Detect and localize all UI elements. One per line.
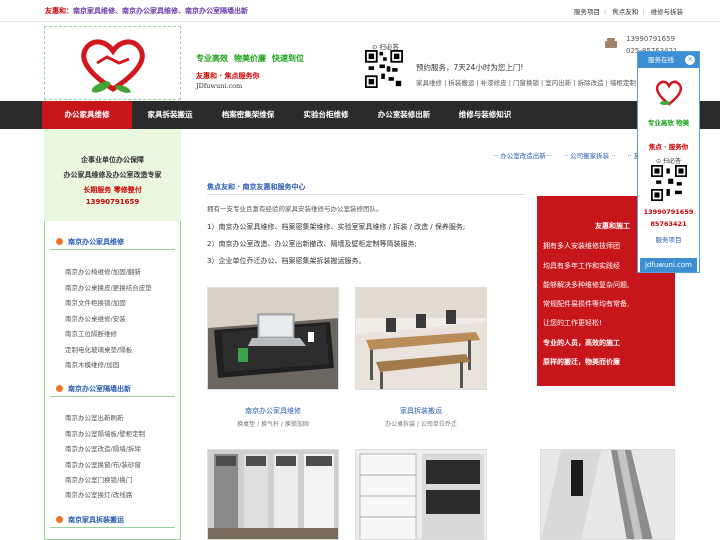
photo-office-desk[interactable]	[207, 287, 339, 390]
photo-caption[interactable]: 家具拆装搬运	[355, 406, 487, 416]
office-desk-image	[208, 288, 338, 389]
sidebar-section-moving[interactable]: 南京家具拆装搬运	[50, 512, 175, 528]
sidebar-link[interactable]: 南京文件柜换锁/加固	[65, 297, 126, 307]
widget-services-link[interactable]: 服务项目	[638, 234, 699, 244]
sidebar-link[interactable]: 定制电化玻璃桌垫/隔板	[65, 344, 132, 354]
photo-subcaption: 换桌垫 / 换气杆 / 换锁加固	[237, 421, 309, 428]
service-point: 1）南京办公家具维修、档案密集架维修、实验室家具维修 / 拆装 / 改造 / 保…	[207, 223, 466, 231]
sidebar-header: 企事业单位办公保障 办公家具维修及办公室改造专家 长期服务 零修整付 13990…	[44, 129, 181, 221]
sidebar-link[interactable]: 南京办公室出新刷新	[65, 412, 124, 422]
lab-cabinets-image	[356, 450, 486, 539]
site-title: 友惠和：南京家具维修、南京办公家具维修、南京办公室隔墙出新	[45, 7, 248, 15]
archive-racks-image	[208, 450, 338, 539]
photo-caption[interactable]: 南京办公家具维修	[207, 406, 339, 416]
sidebar-link[interactable]: 南京办公桌换皮/更换结合皮垫	[65, 282, 152, 292]
heart-hands-logo-icon	[81, 39, 145, 93]
divider	[207, 194, 525, 195]
bullet-icon	[56, 516, 63, 523]
sidebar-link[interactable]: 南京工位隔断维修	[65, 328, 117, 338]
nav-item-knowledge[interactable]: 维修与装修知识	[444, 101, 526, 129]
brand-tagline: 友惠和 · 焦点服务你	[196, 72, 260, 80]
qr-code-icon	[651, 165, 687, 201]
nav-item-moving[interactable]: 家具拆装搬运	[132, 101, 208, 129]
photo-subcaption: 办公桌拆装 / 公司单位乔迁	[385, 421, 457, 428]
intro-text: 拥有一支专业且富有经验的家具安装维修与办公室装修团队。	[207, 205, 383, 213]
sidebar-link[interactable]: 南京办公室改造/隔墙/拆除	[65, 443, 141, 453]
sub-links: ·· 办公室改造出新 ·· ·· 公司搬家拆装 ·· ·· 友	[494, 150, 650, 160]
widget-phone-landline: 85763421	[650, 220, 687, 228]
desks-image	[356, 288, 486, 389]
top-link-services[interactable]: 服务项目	[574, 8, 600, 16]
online-service-widget: 服务在线 × 专业高效 物美 焦点 · 服务你 ⊙ 扫必答 1399079165…	[637, 51, 700, 273]
phone-icon	[605, 38, 617, 48]
service-point: 3）企业单位乔迁办公、档案密集架拆装搬运服务。	[207, 257, 366, 265]
bullet-icon	[56, 385, 63, 392]
photo-archive-racks[interactable]	[207, 449, 339, 540]
logo[interactable]	[44, 26, 181, 100]
sidebar-link[interactable]: 南京办公桌维修/安装	[65, 313, 126, 323]
top-links: 服务项目 | 焦点友和 | 维修与拆装	[574, 8, 684, 16]
top-link-focus[interactable]: 焦点友和	[612, 8, 638, 16]
nav-item-office-furniture[interactable]: 办公家具维修	[42, 101, 132, 129]
close-icon[interactable]: ×	[685, 55, 695, 65]
slogan: 专业高效 物美价廉 快速到位	[196, 54, 304, 63]
sidebar-link[interactable]: 南京办公室换灯/改线路	[65, 489, 132, 499]
top-link-repair[interactable]: 维修与拆装	[651, 8, 684, 16]
heart-hands-logo-icon	[655, 80, 683, 106]
phone-number: 13990791659	[626, 35, 675, 43]
site-domain: JDfuwuni.com	[196, 82, 243, 90]
widget-phone: 13990791659	[643, 208, 694, 216]
services-list: 家具维修 | 拆装搬运 | 补漆修皮 | 门窗换锁 | 室内出新 | 拆除改造 …	[416, 79, 636, 87]
bullet-icon	[56, 238, 63, 245]
nav-item-archive-racks[interactable]: 档案密集架维保	[208, 101, 288, 129]
nav-item-lab-benches[interactable]: 实验台柜维修	[288, 101, 364, 129]
photo-lab-cabinets[interactable]	[355, 449, 487, 540]
qr-code-icon	[365, 50, 403, 88]
sub-link-renovation[interactable]: ·· 办公室改造出新 ··	[494, 152, 552, 160]
track-image	[541, 450, 674, 539]
sidebar-link[interactable]: 南京木模维修/加固	[65, 359, 119, 369]
nav-item-renovation[interactable]: 办公室装修出新	[364, 101, 444, 129]
sidebar-section-office-furniture[interactable]: 南京办公家具维修	[50, 234, 175, 250]
sidebar-link[interactable]: 南京办公椅维修/加固/翻新	[65, 266, 141, 276]
sidebar-link[interactable]: 南京办公室换窗/布/装砂窗	[65, 459, 141, 469]
main-nav: 办公家具维修 家具拆装搬运 档案密集架维保 实验台柜维修 办公室装修出新 维修与…	[0, 101, 720, 129]
sub-link-moving[interactable]: ·· 公司搬家拆装 ··	[564, 152, 615, 160]
photo-track[interactable]	[540, 449, 675, 540]
photo-desks[interactable]	[355, 287, 487, 390]
sidebar-section-partitions[interactable]: 南京办公室隔墙出新	[50, 381, 175, 397]
service-point: 2）南京办公室改造、办公室出新撤改、隔墙及壁柜定制等简装服务;	[207, 240, 417, 248]
sidebar-link[interactable]: 南京办公室门换锁/换门	[65, 474, 132, 484]
section-title: 焦点友和 · 南京友惠和服务中心	[207, 183, 306, 191]
widget-domain[interactable]: jdfuwuni.com	[640, 258, 697, 272]
sidebar-link[interactable]: 南京办公室隔墙板/壁柜定制	[65, 428, 145, 438]
booking-text: 预约服务，7天24小时为您上门!	[416, 63, 524, 72]
